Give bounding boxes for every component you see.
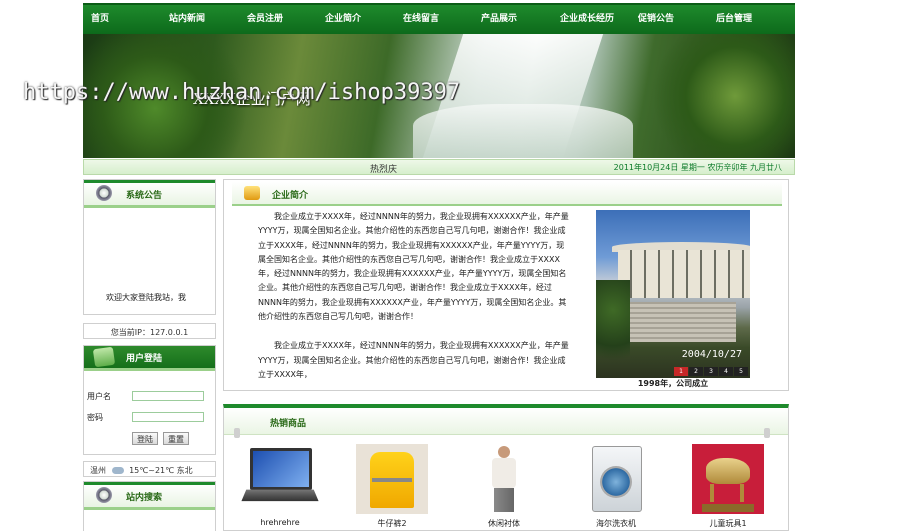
nav-promotions[interactable]: 促销公告: [638, 11, 674, 24]
intro-title: 企业简介: [272, 191, 309, 201]
main-nav: 首页 站内新闻 会员注册 企业简介 在线留言 产品展示 企业成长经历 促销公告 …: [83, 3, 795, 34]
nav-guestbook[interactable]: 在线留言: [403, 11, 439, 24]
folder-icon: [244, 186, 260, 200]
pin-icon: [234, 428, 240, 438]
product-name[interactable]: hrehrehre: [244, 518, 316, 527]
product-name[interactable]: 休闲衬体: [468, 518, 540, 529]
nav-about[interactable]: 企业简介: [325, 11, 361, 24]
login-button[interactable]: 登陆: [132, 432, 158, 445]
hot-products-header: 热销商品: [224, 408, 788, 435]
password-label: 密码: [87, 413, 103, 422]
nav-history[interactable]: 企业成长经历: [560, 11, 614, 24]
date-bar: 热烈庆 2011年10月24日 星期一 农历辛卯年 九月廿八: [83, 159, 795, 175]
weather-widget: 温州 15℃~21℃ 东北: [83, 461, 216, 477]
slide-dot[interactable]: 5: [734, 367, 748, 376]
product-thumb-jacket[interactable]: [356, 444, 428, 514]
user-icon: [92, 346, 116, 368]
page: 首页 站内新闻 会员注册 企业简介 在线留言 产品展示 企业成长经历 促销公告 …: [23, 0, 795, 531]
photo-caption: 1998年，公司成立: [637, 379, 709, 388]
weather-city: 温州: [90, 466, 106, 475]
nav-home[interactable]: 首页: [91, 11, 109, 24]
pin-icon: [764, 428, 770, 438]
nav-products[interactable]: 产品展示: [481, 11, 517, 24]
hot-products-panel: 热销商品 hrehrehre 牛仔裤2 休闲衬体 海尔洗衣机 儿童玩具1: [223, 404, 789, 531]
notice-scroll-text: 欢迎大家登陆我站，我: [106, 293, 186, 302]
notice-title: 系统公告: [126, 191, 163, 201]
nav-news[interactable]: 站内新闻: [169, 11, 205, 24]
banner-waterfall-base: [413, 104, 633, 158]
login-title: 用户登陆: [126, 354, 163, 364]
slide-dot[interactable]: 2: [689, 367, 703, 376]
camera-icon: [96, 487, 112, 503]
watermark-url: https://www.huzhan.com/ishop39397: [23, 80, 461, 105]
slideshow-pager: 1 2 3 4 5: [673, 367, 748, 376]
ip-display: 您当前IP：127.0.0.1: [83, 323, 216, 339]
photo-building: [618, 250, 750, 298]
cloud-icon: [111, 467, 124, 474]
intro-text: 我企业成立于XXXX年，经过NNNN年的努力，我企业现拥有XXXXXX产业，年产…: [258, 210, 570, 397]
search-title: 站内搜索: [126, 493, 163, 503]
reset-button[interactable]: 重置: [163, 432, 189, 445]
product-name[interactable]: 海尔洗衣机: [580, 518, 652, 529]
banner-foliage-right: [645, 34, 795, 158]
current-date: 2011年10月24日 星期一 农历辛卯年 九月廿八: [613, 163, 782, 172]
search-box: 站内搜索: [83, 481, 216, 531]
product-card[interactable]: 休闲衬体: [468, 444, 540, 529]
camera-icon: [96, 185, 112, 201]
notice-box: 系统公告 欢迎大家登陆我站，我: [83, 179, 216, 315]
weather-temp: 15℃~21℃: [129, 466, 175, 475]
slide-dot[interactable]: 3: [704, 367, 718, 376]
intro-header: 企业简介: [232, 182, 782, 206]
weather-wind: 东北: [176, 466, 193, 475]
photo-stairs: [626, 302, 736, 342]
login-header: 用户登陆: [84, 346, 215, 371]
username-input[interactable]: [132, 391, 204, 401]
intro-paragraph: 我企业成立于XXXX年，经过NNNN年的努力，我企业现拥有XXXXXX产业，年产…: [258, 341, 569, 379]
username-label: 用户名: [87, 392, 111, 401]
photo-tree: [596, 280, 630, 378]
intro-paragraph: 我企业成立于XXXX年，经过NNNN年的努力，我企业现拥有XXXXXX产业，年产…: [258, 212, 569, 322]
product-thumb-shirt[interactable]: [468, 444, 540, 514]
notice-header: 系统公告: [84, 180, 215, 208]
product-card[interactable]: 儿童玩具1: [692, 444, 764, 529]
hot-products-title: 热销商品: [270, 419, 307, 429]
product-thumb-toy[interactable]: [692, 444, 764, 514]
photo-date-stamp: 2004/10/27: [681, 349, 742, 360]
slide-dot[interactable]: 4: [719, 367, 733, 376]
product-card[interactable]: 牛仔裤2: [356, 444, 428, 529]
search-header: 站内搜索: [84, 482, 215, 510]
nav-admin[interactable]: 后台管理: [716, 11, 752, 24]
marquee-text: 热烈庆: [370, 165, 398, 175]
nav-register[interactable]: 会员注册: [247, 11, 283, 24]
password-input[interactable]: [132, 412, 204, 422]
product-thumb-laptop[interactable]: [241, 444, 319, 514]
product-card[interactable]: hrehrehre: [241, 444, 319, 527]
company-photo: 2004/10/27 1 2 3 4 5: [596, 210, 750, 378]
intro-panel: 企业简介 我企业成立于XXXX年，经过NNNN年的努力，我企业现拥有XXXXXX…: [223, 179, 789, 391]
slide-dot[interactable]: 1: [674, 367, 688, 376]
product-name[interactable]: 儿童玩具1: [692, 518, 764, 529]
product-card[interactable]: 海尔洗衣机: [580, 444, 652, 529]
product-thumb-washer[interactable]: [580, 444, 652, 514]
product-name[interactable]: 牛仔裤2: [356, 518, 428, 529]
